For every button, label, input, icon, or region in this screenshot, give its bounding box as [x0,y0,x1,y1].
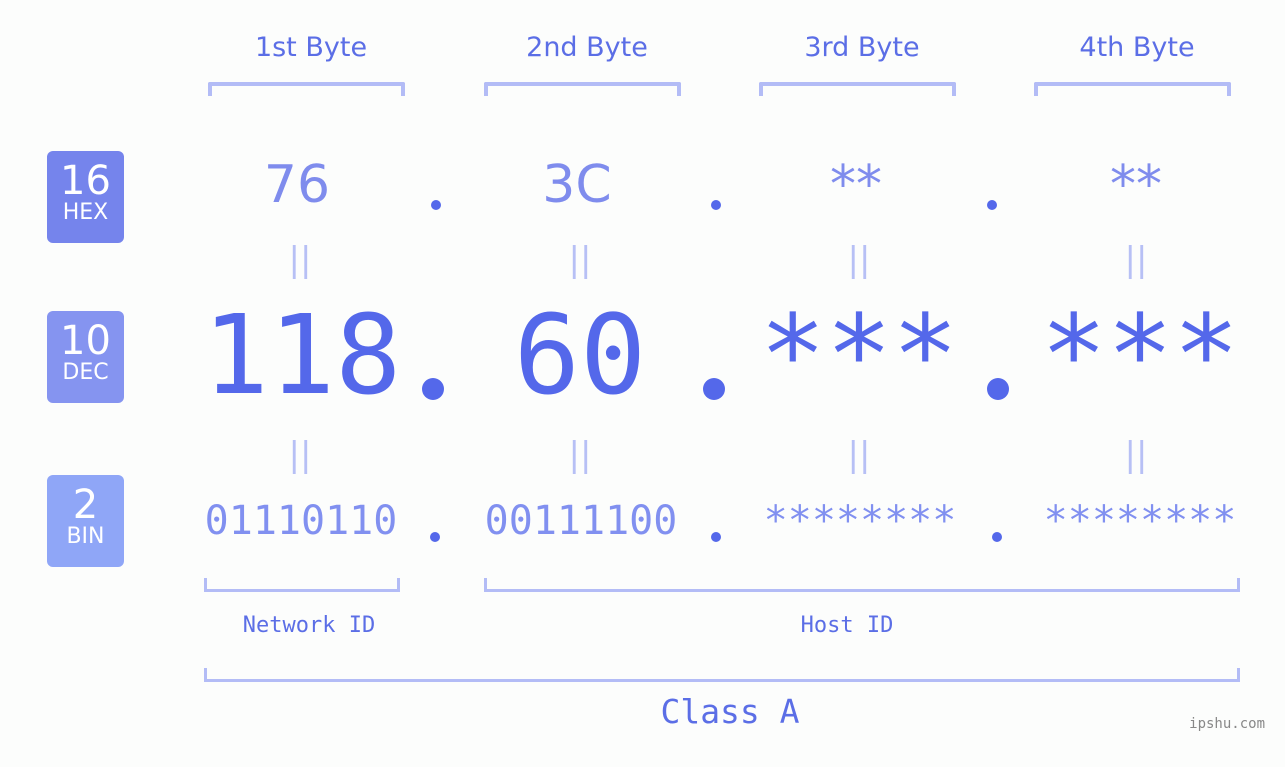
equals-icon: || [568,435,592,475]
byte-bracket-2 [484,82,681,96]
dec-base-label: DEC [62,360,109,385]
equals-icon: || [847,435,871,475]
hex-value-1: 76 [263,155,331,215]
byte-bracket-4 [1034,82,1231,96]
bin-separator-2 [711,532,721,542]
equals-icon: || [568,240,592,280]
dec-value-4: *** [1040,291,1240,419]
dec-separator-2 [703,378,725,400]
dec-value-1: 118 [202,291,402,419]
dec-badge: 10 DEC [47,311,124,403]
equals-icon: || [1124,240,1148,280]
dec-value-3: *** [759,291,959,419]
byte-title-2: 2nd Byte [526,32,648,63]
dec-separator-1 [422,378,444,400]
bin-badge: 2 BIN [47,475,124,567]
hex-value-2: 3C [542,155,612,215]
bin-base-label: BIN [66,524,105,549]
hex-badge: 16 HEX [47,151,124,243]
hex-value-3: ** [830,155,882,215]
byte-title-3: 3rd Byte [804,32,920,63]
equals-icon: || [288,435,312,475]
hex-base-number: 16 [60,158,111,204]
hex-separator-3 [987,200,997,210]
byte-bracket-1 [208,82,405,96]
hex-separator-2 [711,200,721,210]
bin-base-number: 2 [72,482,99,528]
bin-value-3: ******** [763,498,957,544]
equals-icon: || [847,240,871,280]
host-id-label: Host ID [800,613,894,638]
bin-separator-1 [430,532,440,542]
hex-separator-1 [431,200,441,210]
dec-value-2: 60 [513,291,647,419]
class-bracket [204,668,1240,682]
network-id-bracket [204,578,400,592]
equals-icon: || [1124,435,1148,475]
host-id-bracket [484,578,1240,592]
byte-title-1: 1st Byte [254,32,368,63]
byte-title-4: 4th Byte [1079,32,1195,63]
equals-icon: || [288,240,312,280]
hex-value-4: ** [1110,155,1162,215]
bin-value-1: 01110110 [204,498,398,544]
bin-value-4: ******** [1043,498,1237,544]
dec-separator-3 [987,378,1009,400]
dec-base-number: 10 [60,318,111,364]
watermark: ipshu.com [1189,716,1265,732]
hex-base-label: HEX [62,200,109,225]
network-id-label: Network ID [242,613,376,638]
bin-value-2: 00111100 [484,498,678,544]
bin-separator-3 [992,532,1002,542]
class-label: Class A [660,692,800,731]
byte-bracket-3 [759,82,956,96]
